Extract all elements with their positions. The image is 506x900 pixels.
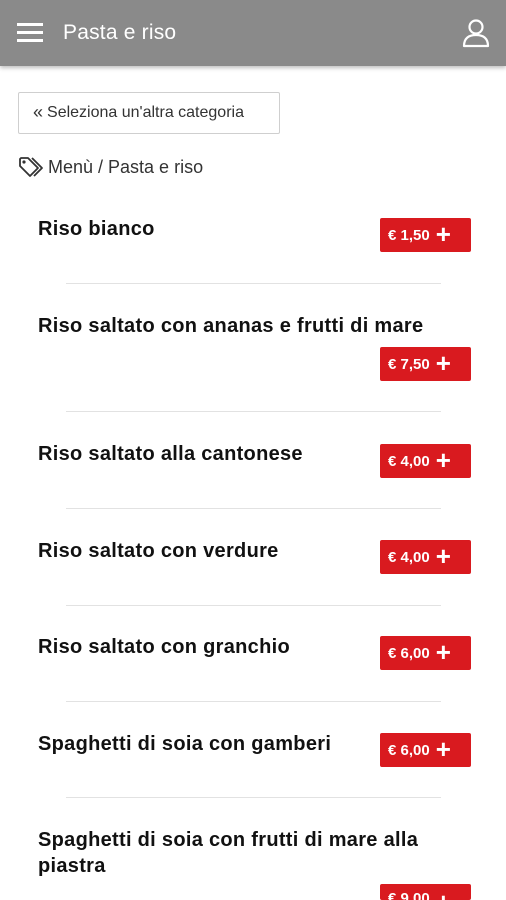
add-item-price-button[interactable]: € 4,00 + (380, 444, 471, 478)
plus-icon: + (435, 637, 451, 667)
item-price: € 6,00 (388, 644, 430, 662)
item-name: Spaghetti di soia con gamberi (38, 733, 332, 755)
breadcrumb: Menù / Pasta e riso (18, 154, 203, 180)
item-name: Spaghetti di soia con frutti di mare all… (38, 829, 419, 877)
select-other-category-label: Seleziona un'altra categoria (47, 104, 244, 121)
divider (66, 797, 441, 798)
hamburger-menu-icon[interactable] (14, 18, 46, 48)
divider (66, 605, 441, 606)
user-icon[interactable] (460, 17, 492, 49)
plus-icon: + (436, 889, 451, 900)
app-bar: Pasta e riso (0, 0, 506, 66)
divider (66, 283, 441, 284)
double-chevron-left-icon: « (33, 102, 44, 122)
add-item-price-button[interactable]: € 6,00 + (380, 733, 471, 767)
item-name: Riso saltato alla cantonese (38, 443, 303, 465)
add-item-price-button[interactable]: € 7,50 + (380, 347, 471, 381)
plus-icon: + (435, 541, 451, 571)
plus-icon: + (435, 219, 451, 249)
item-price: € 9,00 (388, 890, 430, 900)
add-item-price-button[interactable]: € 1,50 + (380, 218, 471, 252)
divider (66, 411, 441, 412)
item-price: € 4,00 (388, 548, 430, 566)
item-price: € 4,00 (388, 452, 430, 470)
plus-icon: + (435, 348, 451, 378)
item-price: € 6,00 (388, 741, 430, 759)
item-name: Riso saltato con ananas e frutti di mare (38, 315, 424, 337)
item-price: € 7,50 (388, 355, 430, 373)
plus-icon: + (435, 734, 451, 764)
tags-icon (19, 157, 43, 177)
add-item-price-button[interactable]: € 6,00 + (380, 636, 471, 670)
plus-icon: + (435, 445, 451, 475)
page-title: Pasta e riso (63, 21, 177, 44)
breadcrumb-text: Menù / Pasta e riso (48, 156, 204, 177)
item-name: Riso bianco (38, 218, 155, 240)
item-name: Riso saltato con verdure (38, 540, 279, 562)
divider (66, 508, 441, 509)
item-price: € 1,50 (388, 226, 430, 244)
add-item-price-button[interactable]: € 9,00 + (380, 884, 471, 900)
select-other-category-button[interactable]: « Seleziona un'altra categoria (18, 92, 280, 134)
add-item-price-button[interactable]: € 4,00 + (380, 540, 471, 574)
divider (66, 701, 441, 702)
item-name: Riso saltato con granchio (38, 636, 290, 658)
